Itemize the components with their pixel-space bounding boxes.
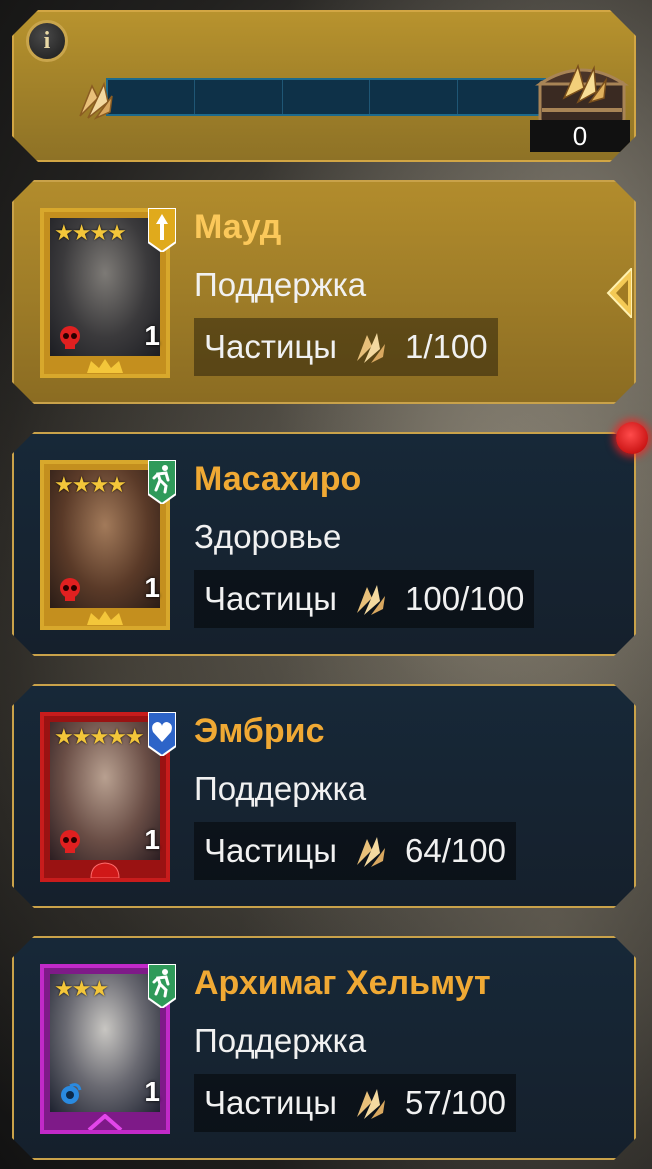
hero-card-maud[interactable]: ★★★★ 1 Мауд Поддержка Частицы 1/100 (12, 180, 636, 404)
shard-progress-bar (106, 78, 546, 116)
skull-icon (56, 576, 84, 604)
shards-label: Частицы (204, 832, 338, 869)
shards-label: Частицы (204, 580, 338, 617)
hero-stars: ★★★★★ (54, 724, 143, 749)
crown-icon (85, 610, 125, 626)
hero-stat: Поддержка (194, 266, 367, 303)
shards-label: Частицы (204, 1084, 338, 1121)
hero-stars: ★★★★ (54, 220, 125, 245)
shard-progress-panel: i 0 (12, 10, 636, 162)
hero-level: 1 (144, 824, 160, 855)
crown-icon (85, 358, 125, 374)
hero-card-masahiro[interactable]: ★★★★ 1 Масахиро Здоровье Частицы 100/100 (12, 432, 636, 656)
epic-chevron-icon (85, 1114, 125, 1130)
hero-shards: Частицы 64/100 (194, 822, 516, 880)
hero-stat: Поддержка (194, 770, 367, 807)
shard-icon (74, 78, 118, 122)
shard-icon (353, 1085, 389, 1121)
hero-stars: ★★★★ (54, 472, 125, 497)
running-man-icon (148, 964, 176, 1008)
hero-level: 1 (144, 572, 160, 603)
shard-icon (353, 329, 389, 365)
hero-level: 1 (144, 1076, 160, 1107)
selected-arrow-icon (606, 268, 632, 318)
notification-dot (616, 422, 648, 454)
hero-level: 1 (144, 320, 160, 351)
shard-icon (353, 581, 389, 617)
shards-count: 64/100 (405, 832, 506, 869)
shards-count: 100/100 (405, 580, 525, 617)
hero-stars: ★★★ (54, 976, 108, 1001)
magic-affinity-icon (56, 1080, 84, 1108)
hero-name: Архимаг Хельмут (194, 964, 491, 1002)
shards-count: 57/100 (405, 1084, 506, 1121)
chest-count: 0 (530, 120, 630, 152)
info-button[interactable]: i (26, 20, 68, 62)
heart-icon (148, 712, 176, 756)
running-man-icon (148, 460, 176, 504)
hero-shards: Частицы 57/100 (194, 1074, 516, 1132)
hero-card-archmage-helmut[interactable]: ★★★ 1 Архимаг Хельмут Поддержка Частицы … (12, 936, 636, 1160)
hero-stat: Здоровье (194, 518, 342, 555)
skull-icon (56, 828, 84, 856)
shard-icon (353, 833, 389, 869)
reward-chest-icon[interactable] (534, 58, 630, 124)
hero-card-embris[interactable]: ★★★★★ 1 Эмбрис Поддержка Частицы 64/100 (12, 684, 636, 908)
shards-count: 1/100 (405, 328, 488, 365)
hero-name: Мауд (194, 208, 282, 246)
hero-name: Эмбрис (194, 712, 325, 750)
mythic-helmet-icon (85, 862, 125, 878)
hero-shards: Частицы 100/100 (194, 570, 534, 628)
attack-arrow-icon (148, 208, 176, 252)
skull-icon (56, 324, 84, 352)
shards-label: Частицы (204, 328, 338, 365)
hero-shards: Частицы 1/100 (194, 318, 498, 376)
hero-stat: Поддержка (194, 1022, 367, 1059)
hero-name: Масахиро (194, 460, 362, 498)
